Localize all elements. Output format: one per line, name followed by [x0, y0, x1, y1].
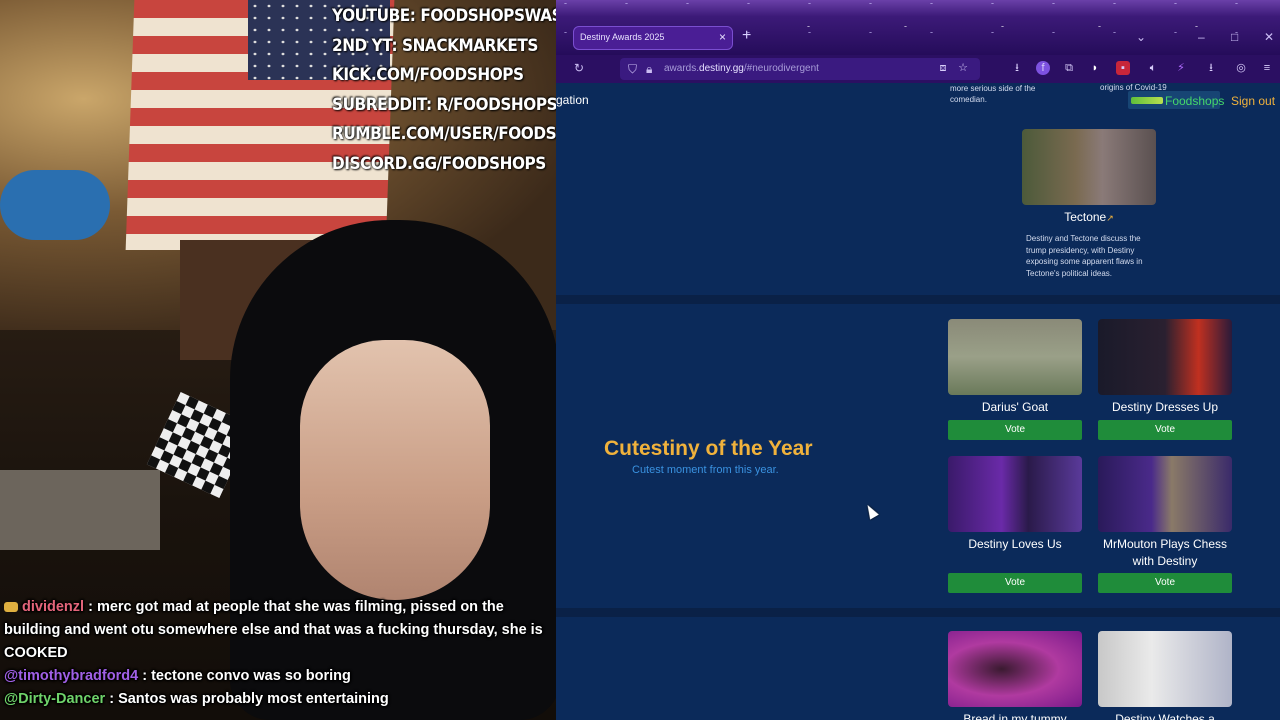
overlay-link: RUMBLE.COM/USER/FOODSHOPS [332, 124, 556, 145]
minimize-icon[interactable]: – [1198, 30, 1205, 44]
user-flair-icon [1131, 97, 1163, 104]
url-domain: destiny.gg [699, 63, 744, 74]
nominee-card: Destiny Watches a Series [1098, 631, 1232, 720]
overlay-link: SUBREDDIT: R/FOODSHOPS [332, 94, 556, 115]
nominee-card: Tectone↗ Destiny and Tectone discuss the… [1022, 129, 1156, 279]
nominee-thumbnail[interactable] [948, 631, 1082, 707]
nominee-card: Darius' Goat [948, 319, 1082, 416]
nominee-card: Destiny Loves Us [948, 456, 1082, 553]
vote-button[interactable]: Vote [948, 573, 1082, 593]
chat-emote-icon [4, 602, 18, 613]
browser-navbar: ↻ ⛉ 🔒︎ awards.destiny.gg/#neurodivergent… [556, 55, 1280, 83]
nominee-title: Destiny Loves Us [968, 537, 1062, 551]
nominee-description: Destiny and Tectone discuss the trump pr… [1026, 234, 1143, 278]
nominee-card: Bread in my tummy [948, 631, 1082, 720]
close-tab-icon[interactable]: × [719, 30, 726, 44]
maximize-icon[interactable]: □ [1231, 30, 1238, 44]
nominee-title: Destiny Watches a Series [1115, 712, 1215, 720]
reload-icon[interactable]: ↻ [574, 61, 584, 75]
account-icon[interactable]: ◎ [1234, 61, 1248, 75]
nominee-title-text: Tectone [1064, 210, 1107, 224]
nominee-title: Darius' Goat [981, 400, 1049, 414]
address-bar[interactable]: ⛉ 🔒︎ awards.destiny.gg/#neurodivergent [620, 58, 980, 80]
nominee-title: Destiny Dresses Up [1111, 400, 1219, 414]
nominee-thumbnail[interactable] [948, 319, 1082, 395]
overlay-link: YOUTUBE: FOODSHOPSWASTAKEN [332, 6, 556, 26]
nominee-title: Bread in my tummy [963, 712, 1067, 720]
lock-icon[interactable]: 🔒︎ [646, 62, 652, 77]
url-hash: /#neurodivergent [743, 63, 819, 74]
extension-twitch-icon[interactable]: ⚡︎ [1174, 61, 1188, 75]
chat-message: dividenzl : merc got mad at people that … [4, 596, 552, 665]
extension-ghost-icon[interactable]: ◗ [1088, 61, 1102, 75]
save-icon[interactable]: ⭳ [1204, 61, 1218, 75]
volume-icon[interactable]: 🔈︎ [1146, 61, 1160, 75]
browser-window: Destiny Awards 2025 × + ⌄ – □ ✕ ↻ ⛉ 🔒︎ a… [556, 0, 1280, 720]
chat-overlay: dividenzl : merc got mad at people that … [4, 596, 552, 711]
chat-username: @Dirty-Dancer [4, 691, 106, 707]
overlay-link: 2ND YT: SNACKMARKETS [332, 35, 538, 56]
nominee-thumbnail[interactable] [1098, 319, 1232, 395]
browser-titlebar: Destiny Awards 2025 × + ⌄ – □ ✕ [556, 0, 1280, 55]
chat-separator: : [84, 599, 97, 615]
social-links-overlay: YOUTUBE: FOODSHOPSWASTAKEN 2ND YT: SNACK… [332, 2, 556, 180]
screenshot-icon[interactable]: ⧈ [936, 61, 950, 75]
tab-destiny-awards[interactable]: Destiny Awards 2025 × [573, 26, 733, 50]
category-divider [556, 295, 1280, 304]
previous-nominee-desc: more serious side of the comedian. [950, 84, 1036, 104]
nominee-card: Destiny Dresses Up [1098, 319, 1232, 416]
tab-list-chevron-icon[interactable]: ⌄ [1136, 30, 1146, 44]
vote-button[interactable]: Vote [948, 420, 1082, 440]
nominee-card: MrMouton Plays Chess with Destiny [1098, 456, 1232, 570]
nominee-thumbnail[interactable] [948, 456, 1082, 532]
chat-message: @timothybradford4 : tectone convo was so… [4, 665, 552, 688]
download-icon[interactable]: ⭳ [1010, 61, 1024, 75]
user-name: Foodshops [1165, 94, 1225, 108]
close-window-icon[interactable]: ✕ [1264, 30, 1274, 44]
nominee-title: MrMouton Plays Chess with Destiny [1102, 537, 1228, 568]
chat-text: tectone convo was so boring [151, 668, 351, 684]
mouse-cursor [863, 502, 879, 520]
url-prefix: awards. [664, 63, 700, 74]
user-badge[interactable]: Foodshops [1128, 91, 1224, 109]
category-subtitle: Cutest moment from this year. [632, 464, 779, 476]
chat-message: @Dirty-Dancer : Santos was probably most… [4, 688, 552, 711]
nominee-thumbnail[interactable] [1098, 456, 1232, 532]
external-link-icon[interactable]: ↗ [1106, 213, 1114, 223]
nominee-thumbnail[interactable] [1098, 631, 1232, 707]
new-tab-icon[interactable]: + [742, 27, 751, 45]
chat-separator: : [105, 691, 119, 707]
extension-f-icon[interactable]: f [1036, 61, 1050, 75]
overlay-link: KICK.COM/FOODSHOPS [332, 65, 524, 86]
webcam-feed: YOUTUBE: FOODSHOPSWASTAKEN 2ND YT: SNACK… [0, 0, 556, 720]
menu-icon[interactable]: ≡ [1260, 61, 1274, 75]
category-divider [556, 608, 1280, 617]
vote-button[interactable]: Vote [1098, 573, 1232, 593]
awards-page: gation more serious side of the comedian… [556, 83, 1280, 720]
chat-username: dividenzl [22, 599, 85, 615]
chat-text: Santos was probably most entertaining [118, 691, 389, 707]
shield-icon[interactable]: ⛉ [628, 62, 637, 77]
vote-button[interactable]: Vote [1098, 420, 1232, 440]
extension-red-icon[interactable]: ▪ [1116, 61, 1130, 75]
nominee-title[interactable]: Tectone↗ [1022, 209, 1156, 227]
desk [0, 470, 160, 550]
chat-separator: : [138, 668, 152, 684]
blue-object [0, 170, 110, 240]
navigation-fragment[interactable]: gation [556, 93, 589, 107]
extension-puzzle-icon[interactable]: ⧉ [1062, 61, 1076, 75]
chat-username: @timothybradford4 [4, 668, 139, 684]
tab-title: Destiny Awards 2025 [580, 32, 665, 42]
streamer-face [300, 340, 490, 600]
category-title: Cutestiny of the Year [604, 437, 813, 460]
url-text[interactable]: awards.destiny.gg/#neurodivergent [664, 63, 819, 74]
overlay-link: DISCORD.GG/FOODSHOPS [332, 153, 546, 174]
sign-out-link[interactable]: Sign out [1231, 94, 1275, 108]
bookmark-star-icon[interactable]: ☆ [956, 61, 970, 75]
nominee-thumbnail[interactable] [1022, 129, 1156, 205]
